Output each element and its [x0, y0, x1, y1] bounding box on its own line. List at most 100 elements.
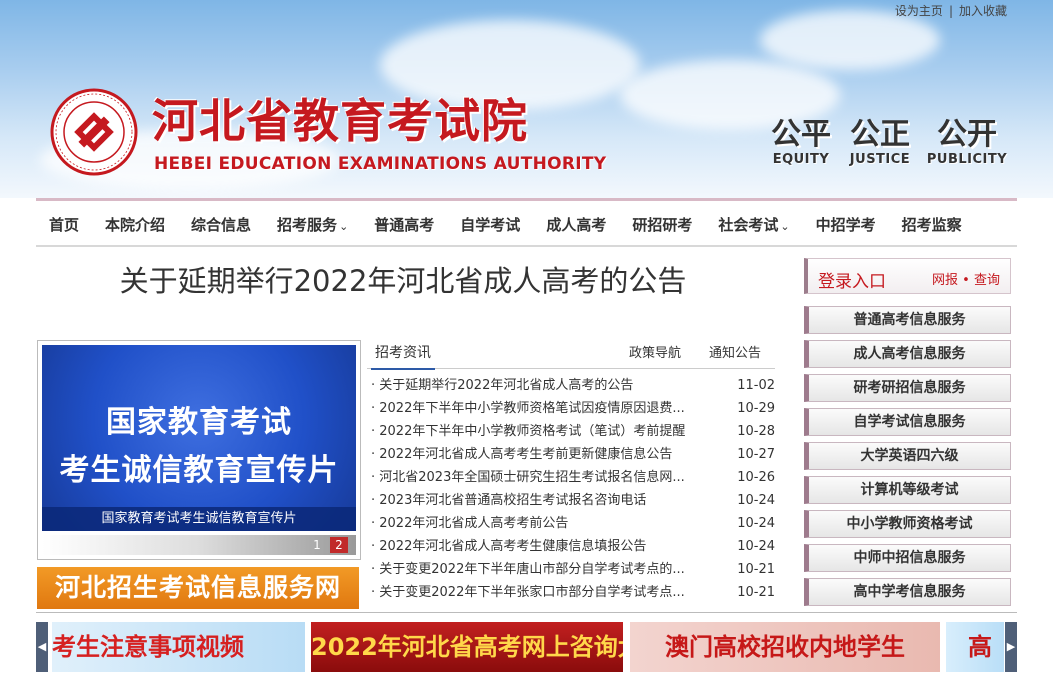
- login-title: 登录入口: [818, 272, 886, 292]
- service-self-study-button[interactable]: 自学考试信息服务: [804, 408, 1011, 436]
- slide-page-2[interactable]: 2: [330, 537, 348, 553]
- main-nav: 首页 本院介绍 综合信息 招考服务 ⌄ 普通高考 自学考试 成人高考 研招研考 社…: [36, 203, 1017, 247]
- motto-cn: 公开: [937, 117, 997, 152]
- slide-image[interactable]: 国家教育考试 考生诚信教育宣传片: [42, 345, 356, 531]
- site-name: 河北省教育考试院: [152, 94, 528, 148]
- online-registration-link[interactable]: 网报: [932, 273, 958, 288]
- site-header: 设为主页 | 加入收藏 河北省教育考试院 HEBEI EDUCATION EXAMI…: [0, 0, 1053, 198]
- news-item[interactable]: · 河北省2023年全国硕士研究生招生考试报名信息网... 10-26: [371, 466, 775, 489]
- news-title: · 河北省2023年全国硕士研究生招生考试报名信息网...: [371, 470, 685, 485]
- top-links-separator: |: [948, 4, 953, 18]
- nav-item-graduate-exam[interactable]: 研招研考: [619, 214, 705, 235]
- cloud-decoration: [760, 10, 940, 70]
- news-item[interactable]: · 关于延期举行2022年河北省成人高考的公告 11-02: [371, 374, 775, 397]
- bottom-divider: [36, 612, 1017, 613]
- login-panel: 登录入口 网报 • 查询: [804, 258, 1011, 294]
- top-links: 设为主页 | 加入收藏: [895, 2, 1007, 19]
- nav-item-enrollment-service[interactable]: 招考服务 ⌄: [264, 214, 361, 235]
- news-item[interactable]: · 2022年河北省成人高考考生健康信息填报公告 10-24: [371, 535, 775, 558]
- nav-item-home[interactable]: 首页: [36, 214, 92, 235]
- service-cet-button[interactable]: 大学英语四六级: [804, 442, 1011, 470]
- tab-notices[interactable]: 通知公告: [709, 342, 761, 361]
- news-date: 10-24: [737, 539, 775, 554]
- nav-item-about[interactable]: 本院介绍: [92, 214, 178, 235]
- service-high-school-button[interactable]: 高中学考信息服务: [804, 578, 1011, 606]
- banner-exam-notes-video[interactable]: 考生注意事项视频: [52, 622, 305, 672]
- service-adult-exam-button[interactable]: 成人高考信息服务: [804, 340, 1011, 368]
- nav-item-gaokao[interactable]: 普通高考: [361, 214, 447, 235]
- nav-item-label: 首页: [49, 215, 80, 234]
- motto-en: EQUITY: [772, 152, 830, 167]
- news-item[interactable]: · 2023年河北省普通高校招生考试报名咨询电话 10-24: [371, 489, 775, 512]
- news-item[interactable]: · 2022年下半年中小学教师资格考试（笔试）考前提醒 10-28: [371, 420, 775, 443]
- chevron-down-icon: ⌄: [339, 219, 349, 233]
- add-favorite-link[interactable]: 加入收藏: [959, 4, 1007, 18]
- motto-cn: 公正: [850, 117, 910, 152]
- nav-item-label: 综合信息: [191, 215, 252, 234]
- news-title: · 关于延期举行2022年河北省成人高考的公告: [371, 378, 634, 393]
- service-zhongshi-button[interactable]: 中师中招信息服务: [804, 544, 1011, 572]
- news-title: · 2022年河北省成人高考考前公告: [371, 516, 569, 531]
- scroll-right-icon[interactable]: ▶: [1005, 622, 1017, 672]
- nav-item-label: 社会考试: [718, 215, 779, 234]
- headline-link[interactable]: 关于延期举行2022年河北省成人高考的公告: [36, 258, 770, 300]
- slide-page-1[interactable]: 1: [308, 537, 326, 553]
- nav-item-label: 招考监察: [901, 215, 962, 234]
- service-graduate-button[interactable]: 研考研招信息服务: [804, 374, 1011, 402]
- slide-pager: 1 2: [42, 535, 356, 555]
- header-divider: [36, 198, 1017, 201]
- news-item[interactable]: · 关于变更2022年下半年唐山市部分自学考试考点的... 10-21: [371, 558, 775, 581]
- news-item[interactable]: · 2022年河北省成人高考考前公告 10-24: [371, 512, 775, 535]
- slide-caption[interactable]: 国家教育考试考生诚信教育宣传片: [42, 507, 356, 531]
- news-title: · 2022年河北省成人高考考生健康信息填报公告: [371, 539, 647, 554]
- news-title: · 关于变更2022年下半年张家口市部分自学考试考点...: [371, 585, 685, 600]
- tab-policy[interactable]: 政策导航: [629, 342, 681, 361]
- nav-item-label: 普通高考: [374, 215, 435, 234]
- news-date: 10-21: [737, 562, 775, 577]
- motto-equity: 公平 EQUITY: [761, 118, 841, 168]
- slide-title-line1: 国家教育考试: [106, 405, 292, 440]
- query-link[interactable]: 查询: [974, 273, 1000, 288]
- scroll-left-icon[interactable]: ◀: [36, 622, 48, 672]
- service-teacher-cert-button[interactable]: 中小学教师资格考试: [804, 510, 1011, 538]
- nav-item-supervision[interactable]: 招考监察: [889, 214, 975, 235]
- service-computer-exam-button[interactable]: 计算机等级考试: [804, 476, 1011, 504]
- news-item[interactable]: · 关于变更2022年下半年张家口市部分自学考试考点... 10-21: [371, 581, 775, 604]
- nav-item-label: 成人高考: [546, 215, 607, 234]
- news-date: 10-24: [737, 516, 775, 531]
- banner-partial[interactable]: 高: [946, 622, 1004, 672]
- news-date: 10-24: [737, 493, 775, 508]
- news-list: · 关于延期举行2022年河北省成人高考的公告 11-02 · 2022年下半年中…: [371, 374, 775, 604]
- news-date: 10-29: [737, 401, 775, 416]
- news-date: 10-26: [737, 470, 775, 485]
- set-home-link[interactable]: 设为主页: [895, 4, 943, 18]
- nav-item-adult-exam[interactable]: 成人高考: [533, 214, 619, 235]
- site-name-english: HEBEI EDUCATION EXAMINATIONS AUTHORITY: [154, 154, 607, 174]
- service-gaokao-button[interactable]: 普通高考信息服务: [804, 306, 1011, 334]
- banner-macau-admission[interactable]: 澳门高校招收内地学生: [630, 622, 940, 672]
- nav-item-label: 研招研考: [632, 215, 693, 234]
- tab-news[interactable]: 招考资讯: [371, 342, 435, 370]
- news-date: 10-27: [737, 447, 775, 462]
- motto-justice: 公正 JUSTICE: [840, 117, 920, 168]
- news-date: 10-28: [737, 424, 775, 439]
- nav-item-general-info[interactable]: 综合信息: [178, 214, 264, 235]
- chevron-down-icon: ⌄: [780, 219, 790, 233]
- news-title: · 2022年下半年中小学教师资格笔试因疫情原因退费...: [371, 401, 685, 416]
- news-title: · 2022年河北省成人高考考生考前更新健康信息公告: [371, 447, 673, 462]
- news-date: 11-02: [737, 378, 775, 393]
- info-service-banner[interactable]: 河北招生考试信息服务网: [37, 567, 359, 609]
- news-item[interactable]: · 2022年下半年中小学教师资格笔试因疫情原因退费... 10-29: [371, 397, 775, 420]
- login-links-dot: •: [962, 273, 970, 288]
- motto-publicity: 公开 PUBLICITY: [925, 117, 1009, 168]
- nav-item-label: 中招学考: [815, 215, 876, 234]
- nav-item-zhongkao[interactable]: 中招学考: [803, 214, 889, 235]
- nav-item-self-study[interactable]: 自学考试: [447, 214, 533, 235]
- nav-item-social-exam[interactable]: 社会考试 ⌄: [705, 214, 802, 235]
- banner-gaokao-consult-hall[interactable]: 2022年河北省高考网上咨询大厅: [311, 622, 623, 672]
- news-item[interactable]: · 2022年河北省成人高考考生考前更新健康信息公告 10-27: [371, 443, 775, 466]
- news-title: · 2022年下半年中小学教师资格考试（笔试）考前提醒: [371, 424, 686, 439]
- nav-item-label: 自学考试: [460, 215, 521, 234]
- news-tabs: 招考资讯 政策导航 通知公告: [367, 336, 775, 370]
- news-title: · 关于变更2022年下半年唐山市部分自学考试考点的...: [371, 562, 685, 577]
